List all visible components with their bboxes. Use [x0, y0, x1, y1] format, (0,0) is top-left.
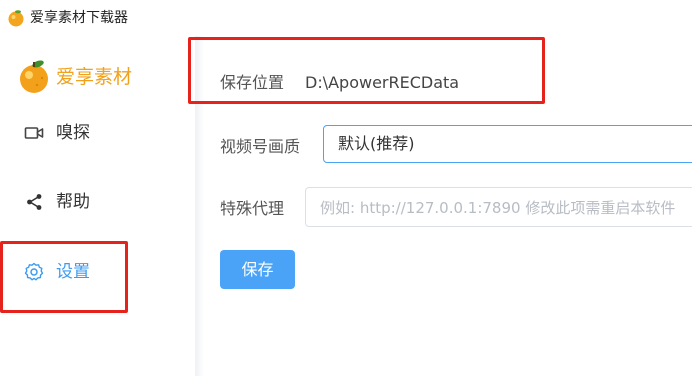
- title-bar: 爱享素材下载器: [0, 0, 692, 36]
- highlight-box-settings: [0, 241, 128, 313]
- sidebar-item-label: 帮助: [56, 192, 90, 212]
- video-quality-label: 视频号画质: [220, 137, 301, 156]
- highlight-box-save-path: [188, 37, 545, 104]
- sidebar: 爱享素材 嗅探 帮助 设置: [0, 36, 195, 376]
- sidebar-item-sniff[interactable]: 嗅探: [0, 111, 195, 155]
- save-button[interactable]: 保存: [220, 250, 295, 289]
- window-title: 爱享素材下载器: [30, 10, 128, 26]
- proxy-label: 特殊代理: [220, 199, 285, 218]
- proxy-placeholder: 例如: http://127.0.0.1:7890 修改此项需重启本软件: [320, 199, 676, 217]
- proxy-input[interactable]: 例如: http://127.0.0.1:7890 修改此项需重启本软件: [305, 187, 692, 227]
- video-quality-value: 默认(推荐): [338, 134, 415, 153]
- orange-logo: [20, 60, 48, 93]
- share-icon: [27, 194, 42, 210]
- brand-name: 爱享素材: [56, 66, 133, 88]
- video-camera-icon: [24, 127, 44, 139]
- orange-icon: [8, 10, 24, 27]
- video-quality-select[interactable]: 默认(推荐): [323, 125, 692, 163]
- sidebar-item-help[interactable]: 帮助: [0, 180, 195, 224]
- sidebar-item-label: 嗅探: [56, 123, 90, 143]
